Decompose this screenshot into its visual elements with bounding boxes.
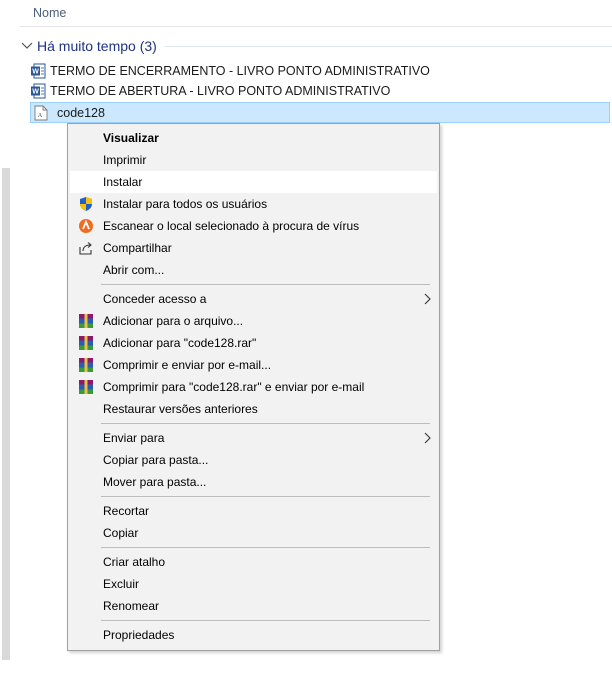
word-document-icon: W (30, 63, 50, 79)
svg-text:A: A (38, 113, 43, 119)
chevron-down-icon[interactable] (20, 39, 34, 53)
file-row[interactable]: W TERMO DE ENCERRAMENTO - LIVRO PONTO AD… (30, 61, 612, 81)
menu-item-label: Adicionar para o arquivo... (103, 314, 244, 328)
share-icon (78, 240, 94, 256)
menu-item-comprimir-email[interactable]: Comprimir e enviar por e-mail... (70, 354, 437, 376)
menu-item-adicionar-arquivo[interactable]: Adicionar para o arquivo... (70, 310, 437, 332)
menu-separator (101, 620, 430, 621)
menu-item-label: Imprimir (103, 153, 147, 167)
menu-item-label: Comprimir e enviar por e-mail... (103, 358, 272, 372)
menu-separator (101, 423, 430, 424)
menu-item-label: Escanear o local selecionado à procura d… (103, 219, 360, 233)
menu-item-restaurar[interactable]: Restaurar versões anteriores (70, 398, 437, 420)
menu-item-label: Instalar para todos os usuários (103, 197, 268, 211)
chevron-right-icon (423, 430, 433, 446)
file-row-selected[interactable]: A code128 (30, 102, 610, 123)
menu-item-compartilhar[interactable]: Compartilhar (70, 237, 437, 259)
navigation-scrollbar[interactable] (2, 168, 10, 660)
menu-item-instalar[interactable]: Instalar (70, 171, 437, 193)
column-header-name[interactable]: Nome (33, 6, 66, 20)
menu-item-label: Copiar para pasta... (103, 453, 209, 467)
menu-item-label: Restaurar versões anteriores (103, 402, 258, 416)
menu-item-label: Mover para pasta... (103, 475, 207, 489)
menu-item-label: Excluir (103, 577, 140, 591)
file-name: code128 (57, 105, 105, 120)
menu-item-label: Conceder acesso a (103, 292, 207, 306)
menu-item-copiar[interactable]: Copiar (70, 522, 437, 544)
context-menu: Visualizar Imprimir Instalar Instalar pa… (67, 123, 440, 651)
menu-item-adicionar-rar[interactable]: Adicionar para "code128.rar" (70, 332, 437, 354)
menu-item-criar-atalho[interactable]: Criar atalho (70, 551, 437, 573)
menu-item-label: Visualizar (103, 131, 159, 145)
menu-item-conceder-acesso[interactable]: Conceder acesso a (70, 288, 437, 310)
winrar-icon (78, 335, 94, 351)
menu-item-imprimir[interactable]: Imprimir (70, 149, 437, 171)
menu-item-label: Copiar (103, 526, 139, 540)
file-name: TERMO DE ENCERRAMENTO - LIVRO PONTO ADMI… (50, 64, 430, 78)
menu-item-label: Renomear (103, 599, 160, 613)
menu-separator (101, 496, 430, 497)
menu-item-propriedades[interactable]: Propriedades (70, 624, 437, 646)
menu-item-label: Comprimir para "code128.rar" e enviar po… (103, 380, 365, 394)
svg-text:W: W (32, 69, 39, 76)
winrar-icon (78, 313, 94, 329)
group-divider (164, 45, 612, 47)
file-name: TERMO DE ABERTURA - LIVRO PONTO ADMINIST… (50, 84, 391, 98)
menu-item-comprimir-rar-email[interactable]: Comprimir para "code128.rar" e enviar po… (70, 376, 437, 398)
menu-item-copiar-pasta[interactable]: Copiar para pasta... (70, 449, 437, 471)
menu-item-label: Abrir com... (103, 263, 165, 277)
menu-separator (101, 284, 430, 285)
winrar-icon (78, 379, 94, 395)
file-row[interactable]: W TERMO DE ABERTURA - LIVRO PONTO ADMINI… (30, 81, 612, 101)
navigation-pane-edge (0, 0, 12, 674)
group-header[interactable]: Há muito tempo (3) (20, 37, 612, 55)
group-title: Há muito tempo (3) (37, 38, 157, 54)
menu-item-label: Adicionar para "code128.rar" (103, 336, 257, 350)
uac-shield-icon (78, 196, 94, 212)
font-file-icon: A (31, 105, 54, 121)
menu-item-label: Enviar para (103, 431, 165, 445)
avast-icon (78, 218, 94, 234)
menu-item-label: Instalar (103, 175, 143, 189)
winrar-icon (78, 357, 94, 373)
header-divider (20, 26, 612, 27)
svg-text:W: W (32, 89, 39, 96)
menu-item-mover-pasta[interactable]: Mover para pasta... (70, 471, 437, 493)
menu-item-excluir[interactable]: Excluir (70, 573, 437, 595)
menu-item-label: Recortar (103, 504, 150, 518)
menu-item-label: Criar atalho (103, 555, 166, 569)
menu-item-renomear[interactable]: Renomear (70, 595, 437, 617)
menu-item-enviar-para[interactable]: Enviar para (70, 427, 437, 449)
menu-item-label: Propriedades (103, 628, 175, 642)
menu-item-escanear[interactable]: Escanear o local selecionado à procura d… (70, 215, 437, 237)
menu-item-recortar[interactable]: Recortar (70, 500, 437, 522)
chevron-right-icon (423, 291, 433, 307)
menu-separator (101, 547, 430, 548)
menu-item-label: Compartilhar (103, 241, 172, 255)
word-document-icon: W (30, 83, 50, 99)
menu-item-instalar-todos[interactable]: Instalar para todos os usuários (70, 193, 437, 215)
menu-item-visualizar[interactable]: Visualizar (70, 127, 437, 149)
menu-item-abrir-com[interactable]: Abrir com... (70, 259, 437, 281)
